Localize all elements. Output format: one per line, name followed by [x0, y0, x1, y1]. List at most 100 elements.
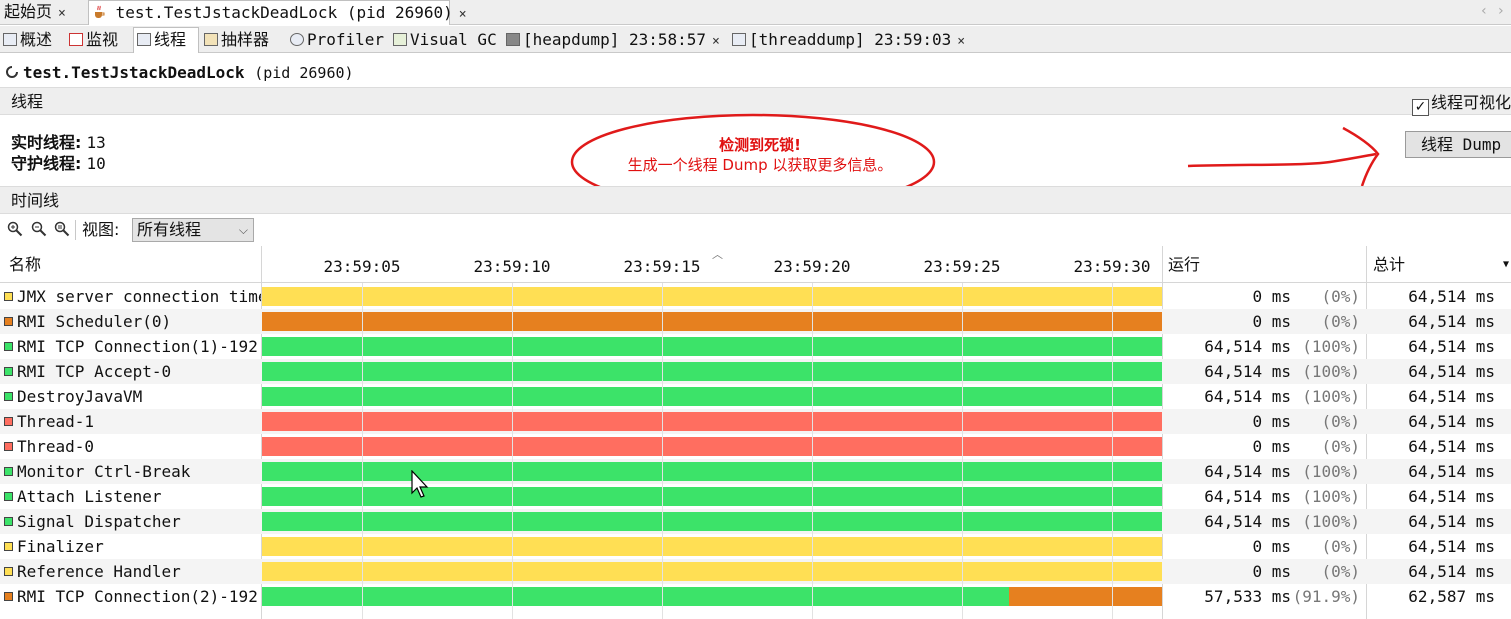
close-tab-icon[interactable]: × — [712, 34, 720, 49]
timeline-bar-running[interactable] — [262, 587, 1009, 606]
tab-heapdump[interactable]: [heapdump] 23:58:57 × — [506, 28, 720, 52]
timeline-bar-monitor[interactable] — [262, 412, 1162, 431]
column-menu-icon[interactable]: ▼ — [1503, 259, 1509, 270]
checkbox-checked-icon: ✓ — [1411, 99, 1429, 116]
monitor-icon — [69, 33, 83, 46]
view-filter-select[interactable]: 所有线程 ⌵ — [132, 218, 254, 242]
tab-threads[interactable]: 线程 — [133, 27, 199, 53]
running-percent-cell: (0%) — [1321, 287, 1360, 306]
visualgc-icon — [393, 33, 407, 46]
running-time-cell: 0 ms — [1252, 287, 1291, 306]
timeline-bar-sleeping[interactable] — [262, 562, 1162, 581]
table-row[interactable]: Thread-1 0 ms (0%) 64,514 ms — [0, 409, 1511, 434]
timeline-bar-running[interactable] — [262, 387, 1162, 406]
running-percent-cell: (0%) — [1321, 312, 1360, 331]
table-row[interactable]: Reference Handler 0 ms (0%) 64,514 ms — [0, 559, 1511, 584]
page-title: test.TestJstackDeadLock (pid 26960) — [0, 60, 354, 86]
table-row[interactable]: RMI Scheduler(0) 0 ms (0%) 64,514 ms — [0, 309, 1511, 334]
tab-profiler[interactable]: Profiler — [290, 28, 384, 52]
timeline-bar-wait[interactable] — [262, 312, 1162, 331]
thread-state-icon — [4, 592, 13, 601]
thread-state-icon — [4, 442, 13, 451]
table-row[interactable]: RMI TCP Accept-0 64,514 ms (100%) 64,514 ms — [0, 359, 1511, 384]
close-tab-icon[interactable]: × — [58, 6, 66, 21]
total-time-cell: 64,514 ms — [1408, 512, 1495, 531]
timeline-bar-running[interactable] — [262, 512, 1162, 531]
tab-start-page[interactable]: 起始页 × — [4, 0, 88, 25]
thread-state-icon — [4, 492, 13, 501]
timeline-tick-label: 23:59:20 — [773, 257, 851, 276]
thread-name: Reference Handler — [17, 562, 181, 581]
table-row[interactable]: RMI TCP Connection(1)-192.1 64,514 ms (100… — [0, 334, 1511, 359]
running-percent-cell: (0%) — [1321, 437, 1360, 456]
profiler-icon — [290, 33, 304, 46]
table-row[interactable]: Monitor Ctrl-Break 64,514 ms (100%) 64,514 … — [0, 459, 1511, 484]
running-time-cell: 0 ms — [1252, 537, 1291, 556]
zoom-out-icon[interactable] — [31, 221, 47, 237]
thread-name: Thread-1 — [17, 412, 95, 431]
column-header-name[interactable]: 名称 — [9, 246, 41, 283]
thread-state-icon — [4, 367, 13, 376]
column-header-total[interactable]: 总计 — [1373, 246, 1405, 283]
timeline-bar-wait[interactable] — [1009, 587, 1162, 606]
tab-overview[interactable]: 概述 — [3, 28, 52, 52]
table-row[interactable]: Thread-0 0 ms (0%) 64,514 ms — [0, 434, 1511, 459]
thread-name-cell: Attach Listener — [4, 484, 261, 509]
section-title: 线程 — [11, 92, 44, 111]
total-time-cell: 64,514 ms — [1408, 412, 1495, 431]
zoom-in-icon[interactable] — [7, 221, 23, 237]
table-row[interactable]: JMX server connection timeo 0 ms (0%) 64,51… — [0, 284, 1511, 309]
timeline-tick-label: 23:59:15 — [623, 257, 701, 276]
timeline-tick-label: 23:59:10 — [473, 257, 551, 276]
tab-sampler[interactable]: 抽样器 — [204, 28, 269, 52]
tab-monitor[interactable]: 监视 — [69, 28, 118, 52]
sort-ascending-icon[interactable]: ︿ — [712, 246, 723, 262]
timeline-tick-label: 23:59:25 — [923, 257, 1001, 276]
tab-threaddump[interactable]: [threaddump] 23:59:03 × — [732, 28, 965, 52]
running-time-cell: 0 ms — [1252, 412, 1291, 431]
timeline-bar-monitor[interactable] — [262, 437, 1162, 456]
table-row[interactable]: RMI TCP Connection(2)-192.1 57,533 ms (91.… — [0, 584, 1511, 609]
view-tab-bar: 概述 监视 线程 抽样器 Profiler Visual GC [heapdum… — [0, 26, 1511, 53]
thread-name: RMI TCP Accept-0 — [17, 362, 172, 381]
tab-visual-gc[interactable]: Visual GC — [393, 28, 497, 52]
tab-application[interactable]: test.TestJstackDeadLock (pid 26960) × — [88, 0, 467, 25]
timeline-tick-label: 23:59:30 — [1073, 257, 1151, 276]
column-header-running[interactable]: 运行 — [1168, 246, 1200, 283]
overview-icon — [3, 33, 17, 46]
table-row[interactable]: Finalizer 0 ms (0%) 64,514 ms — [0, 534, 1511, 559]
thread-name-cell: Reference Handler — [4, 559, 261, 584]
table-row[interactable]: Attach Listener 64,514 ms (100%) 64,514 ms — [0, 484, 1511, 509]
table-row[interactable]: DestroyJavaVM 64,514 ms (100%) 64,514 ms — [0, 384, 1511, 409]
thread-name-cell: RMI Scheduler(0) — [4, 309, 261, 334]
timeline-bar-sleeping[interactable] — [262, 287, 1162, 306]
close-tab-icon[interactable]: × — [957, 34, 965, 49]
toolbar-divider — [75, 220, 76, 240]
heapdump-icon — [506, 33, 520, 46]
stat-value: 13 — [86, 133, 106, 152]
thread-state-icon — [4, 317, 13, 326]
mouse-cursor-icon — [411, 470, 429, 498]
section-title: 时间线 — [11, 191, 60, 210]
tab-label: [threaddump] 23:59:03 — [749, 30, 952, 49]
timeline-bar-running[interactable] — [262, 362, 1162, 381]
close-tab-icon[interactable]: × — [459, 7, 467, 22]
tab-label: Visual GC — [410, 30, 497, 49]
tab-scroll-arrows[interactable]: ‹ › — [1480, 0, 1505, 22]
thread-name: Signal Dispatcher — [17, 512, 181, 531]
timeline-bar-running[interactable] — [262, 337, 1162, 356]
thread-name: Attach Listener — [17, 487, 162, 506]
thread-dump-button[interactable]: 线程 Dump — [1405, 131, 1511, 158]
table-row[interactable]: Signal Dispatcher 64,514 ms (100%) 64,514 m… — [0, 509, 1511, 534]
deadlock-warning: 检测到死锁! 生成一个线程 Dump 以获取更多信息。 — [610, 135, 910, 175]
timeline-bar-running[interactable] — [262, 487, 1162, 506]
timeline-bar-running[interactable] — [262, 462, 1162, 481]
thread-name-cell: RMI TCP Connection(1)-192.1 — [4, 334, 261, 359]
zoom-fit-icon[interactable] — [54, 221, 70, 237]
timeline-bar-sleeping[interactable] — [262, 537, 1162, 556]
threads-table: 名称 运行 总计 ︿ ▼ 23:59:05 23:59:10 23:59:15 23:… — [0, 246, 1511, 619]
visualize-threads-checkbox[interactable]: ✓ 线程可视化 — [1411, 92, 1511, 116]
thread-name-cell: RMI TCP Connection(2)-192.1 — [4, 584, 261, 609]
total-time-cell: 64,514 ms — [1408, 287, 1495, 306]
thread-state-icon — [4, 292, 13, 301]
